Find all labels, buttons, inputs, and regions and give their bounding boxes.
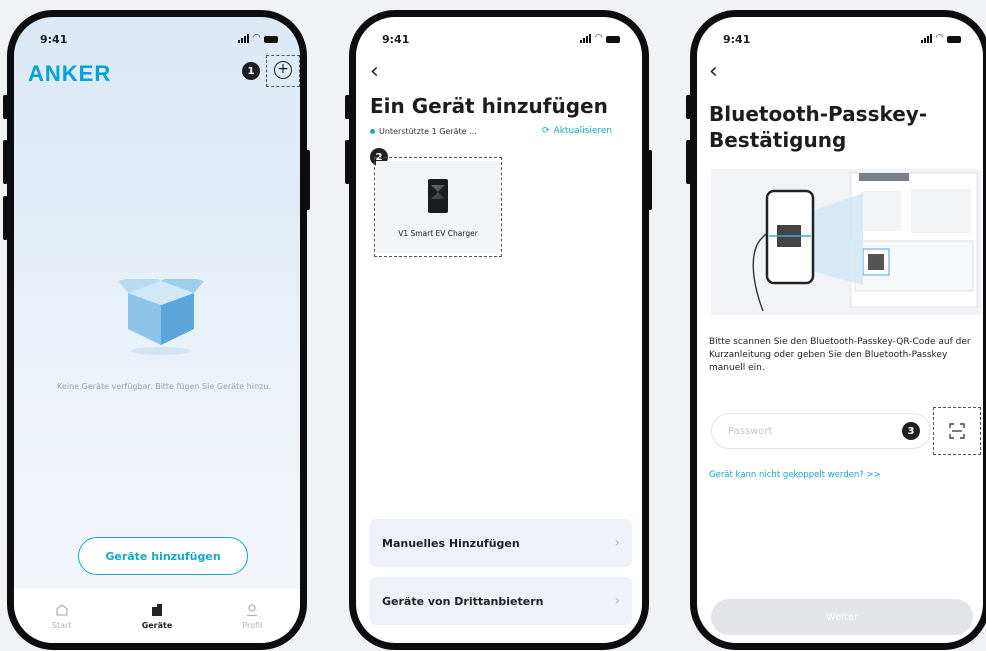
chevron-right-icon: › <box>614 593 620 609</box>
wifi-icon: ◠ <box>936 33 943 43</box>
page-title: Ein Gerät hinzufügen <box>370 94 608 118</box>
manual-add-label: Manuelles Hinzufügen <box>382 536 520 550</box>
page-title-line2: Bestätigung <box>709 128 847 152</box>
bullet-dot <box>370 129 375 134</box>
manual-add-row[interactable]: Manuelles Hinzufügen › <box>370 519 632 567</box>
home-icon <box>56 603 68 616</box>
password-placeholder: Passwort <box>728 425 773 437</box>
page-title-line1: Bluetooth-Passkey- <box>709 102 928 126</box>
signal-icon <box>238 34 250 43</box>
phone-screen-add-device: 9:41 ◠ ‹ Ein Gerät hinzufügen Unterstütz… <box>349 10 649 650</box>
qr-scan-illustration <box>711 169 981 315</box>
device-name: V1 Smart EV Charger <box>398 229 478 238</box>
wifi-icon: ◠ <box>253 33 260 43</box>
next-button[interactable]: Weiter <box>711 599 973 635</box>
phone-side-button <box>3 196 8 240</box>
tab-bar: Start Geräte Profil <box>14 589 300 643</box>
tab-start-label: Start <box>51 620 72 630</box>
phone-side-button <box>345 140 350 184</box>
status-time: 9:41 <box>382 33 410 46</box>
wifi-icon: ◠ <box>595 33 602 43</box>
tab-profile-label: Profil <box>242 620 263 630</box>
refresh-icon: ⟳ <box>542 126 550 136</box>
refresh-label: Aktualisieren <box>553 126 613 136</box>
tab-start[interactable]: Start <box>14 589 109 643</box>
battery-icon <box>606 36 620 43</box>
plus-circle-icon[interactable]: + <box>274 61 292 79</box>
phone-screen-passkey: 9:41 ◠ ‹ Bluetooth-Passkey- Bestätigung … <box>690 10 986 650</box>
device-card-v1-charger[interactable]: V1 Smart EV Charger <box>376 161 500 253</box>
status-bar: 9:41 ◠ <box>719 33 961 49</box>
status-time: 9:41 <box>40 33 68 46</box>
chevron-right-icon: › <box>614 535 620 551</box>
third-party-label: Geräte von Drittanbietern <box>382 594 544 608</box>
status-bar: 9:41 ◠ <box>36 33 278 49</box>
add-devices-button[interactable]: Geräte hinzufügen <box>78 537 248 575</box>
status-bar: 9:41 ◠ <box>378 33 620 49</box>
status-time: 9:41 <box>723 33 751 46</box>
supported-devices-label: Unterstützte 1 Geräte ... <box>370 127 477 136</box>
password-input[interactable]: Passwort <box>711 413 931 449</box>
signal-icon <box>580 34 592 43</box>
phone-side-button <box>3 140 8 184</box>
devices-icon <box>151 603 162 616</box>
tab-devices-label: Geräte <box>141 620 173 630</box>
battery-icon <box>264 36 278 43</box>
empty-state-text: Keine Geräte verfügbar. Bitte fügen Sie … <box>57 382 271 391</box>
phone-side-button <box>345 95 350 119</box>
instruction-text: Bitte scannen Sie den Bluetooth-Passkey-… <box>709 337 971 373</box>
step-marker-3: 3 <box>902 422 920 440</box>
qr-scan-icon[interactable] <box>939 413 975 449</box>
ev-charger-icon <box>428 179 448 213</box>
refresh-link[interactable]: ⟳ Aktualisieren <box>542 126 612 136</box>
profile-icon <box>247 603 258 616</box>
supported-devices-text: Unterstützte 1 Geräte ... <box>379 127 477 136</box>
back-chevron-icon[interactable]: ‹ <box>370 61 379 83</box>
signal-icon <box>921 34 933 43</box>
cannot-pair-link[interactable]: Gerät kann nicht gekoppelt werden? >> <box>709 470 881 480</box>
tab-profile[interactable]: Profil <box>205 589 300 643</box>
phone-side-button <box>647 150 652 210</box>
step-marker-1: 1 <box>242 62 260 80</box>
back-chevron-icon[interactable]: ‹ <box>709 61 718 83</box>
phone-side-button <box>3 95 8 119</box>
phone-side-button <box>305 150 310 210</box>
third-party-row[interactable]: Geräte von Drittanbietern › <box>370 577 632 625</box>
phone-side-button <box>686 95 691 119</box>
phone-side-button <box>686 140 691 184</box>
anker-logo: ANKER <box>28 61 112 86</box>
battery-icon <box>947 36 961 43</box>
empty-box-icon <box>118 279 204 355</box>
tab-devices[interactable]: Geräte <box>109 589 204 643</box>
phone-screen-devices: 9:41 ◠ ANKER 1 + Keine Geräte verfügbar.… <box>7 10 307 650</box>
